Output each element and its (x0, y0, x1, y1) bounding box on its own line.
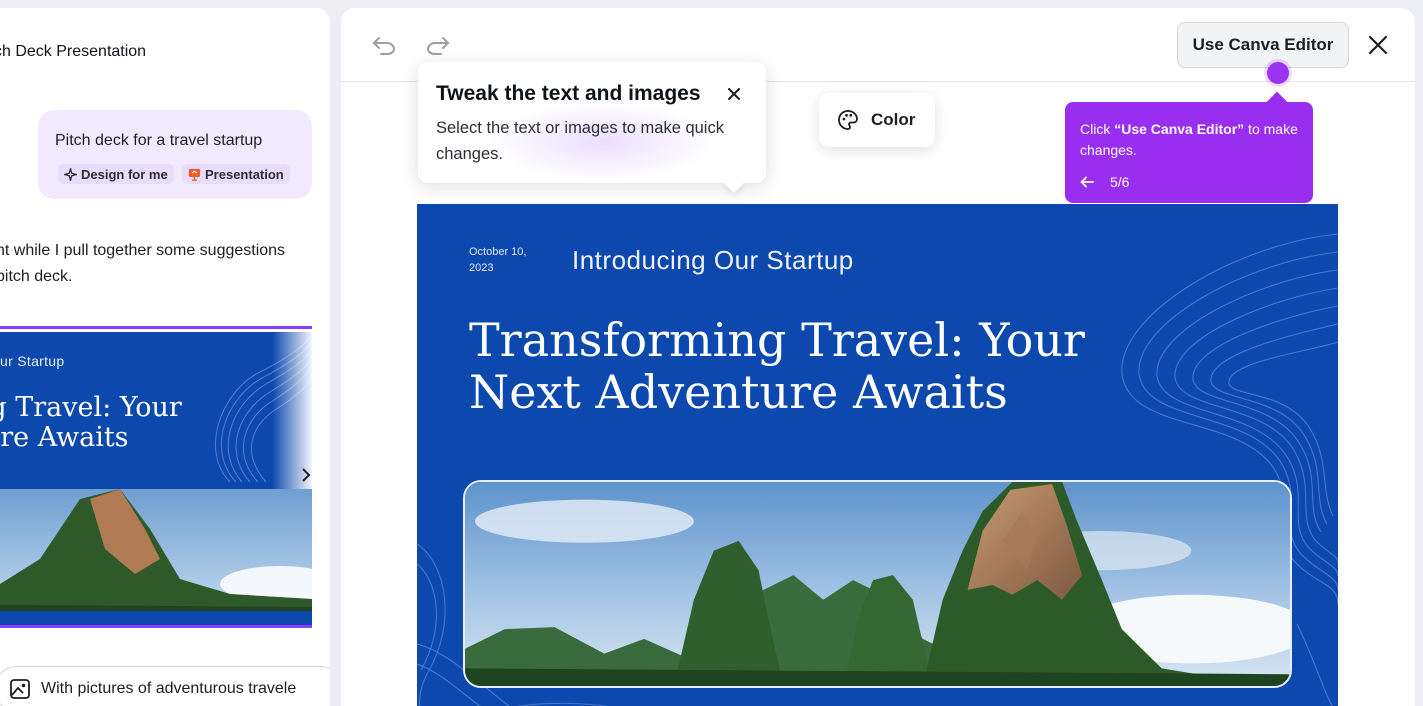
suggested-prompt-chip[interactable]: With pictures of adventurous travele (0, 666, 330, 706)
assistant-reply: nt while I pull together some suggestion… (0, 238, 326, 290)
slide-title-line: Transforming Travel: Your (469, 313, 1085, 367)
thumbnail-header: ur Startup ng Travel: Your ture Awaits (0, 332, 312, 489)
thumbnail-title-line: ture Awaits (0, 422, 129, 453)
presentation-icon (188, 168, 201, 181)
chip-design-for-me: Design for me (58, 164, 174, 184)
thumbnail-title-line: ng Travel: Your (0, 392, 182, 423)
chip-label: Presentation (205, 166, 284, 182)
preview-panel: Use Canva Editor October 10, 2023 Introd… (341, 8, 1415, 706)
guide-text: Click “Use Canva Editor” to make changes… (1080, 119, 1302, 161)
thumbnail-fade (272, 332, 312, 489)
thumbnail-title: ng Travel: Your ture Awaits (0, 393, 182, 453)
close-icon[interactable] (726, 86, 742, 102)
user-prompt-bubble: Pitch deck for a travel startup Design f… (38, 110, 312, 199)
chip-label: Design for me (81, 166, 168, 182)
thumbnail-subtitle: ur Startup (0, 353, 65, 369)
slide-subtitle[interactable]: Introducing Our Startup (572, 245, 854, 276)
design-thumbnail[interactable]: ur Startup ng Travel: Your ture Awaits (0, 326, 312, 628)
slide-title[interactable]: Transforming Travel: Your Next Adventure… (469, 314, 1085, 418)
user-prompt-text: Pitch deck for a travel startup (55, 132, 263, 149)
reply-line: nt while I pull together some suggestion… (0, 242, 286, 259)
chat-panel: ch Deck Presentation Pitch deck for a tr… (0, 8, 330, 706)
chat-title: ch Deck Presentation (0, 43, 147, 60)
image-icon (10, 679, 30, 699)
slide-title-line: Next Adventure Awaits (469, 365, 1008, 419)
guide-text-highlight: “Use Canva Editor” (1114, 121, 1245, 137)
color-button[interactable]: Color (819, 93, 935, 147)
tip-card: Tweak the text and images Select the tex… (418, 62, 766, 193)
guide-step-counter: 5/6 (1110, 174, 1130, 190)
chevron-right-icon[interactable] (298, 467, 312, 483)
sparkle-icon (64, 167, 77, 181)
slide-date[interactable]: October 10, 2023 (469, 244, 549, 276)
thumbnail-footer (0, 611, 312, 625)
suggested-prompt-text: With pictures of adventurous travele (41, 680, 297, 697)
guide-text-prefix: Click (1080, 121, 1115, 137)
reply-line: pitch deck. (0, 268, 73, 285)
presentation-slide[interactable]: October 10, 2023 Introducing Our Startup… (417, 204, 1338, 706)
redo-icon[interactable] (425, 34, 451, 56)
tip-title: Tweak the text and images (436, 82, 701, 105)
slide-landscape-image[interactable] (463, 480, 1292, 688)
guide-hotspot[interactable] (1267, 62, 1289, 84)
use-canva-editor-button[interactable]: Use Canva Editor (1177, 22, 1349, 68)
color-button-label: Color (871, 110, 916, 129)
guide-caret (1265, 91, 1289, 115)
guide-popover: Click “Use Canva Editor” to make changes… (1065, 91, 1313, 203)
tip-caret (724, 173, 744, 193)
undo-icon[interactable] (371, 34, 397, 56)
palette-icon (838, 110, 858, 130)
close-icon[interactable] (1365, 32, 1391, 58)
guide-nav: 5/6 (1080, 174, 1129, 190)
thumbnail-landscape-image (0, 489, 312, 624)
arrow-left-icon[interactable] (1080, 176, 1094, 188)
chip-presentation: Presentation (182, 164, 290, 184)
tip-body: Select the text or images to make quick … (436, 119, 724, 163)
